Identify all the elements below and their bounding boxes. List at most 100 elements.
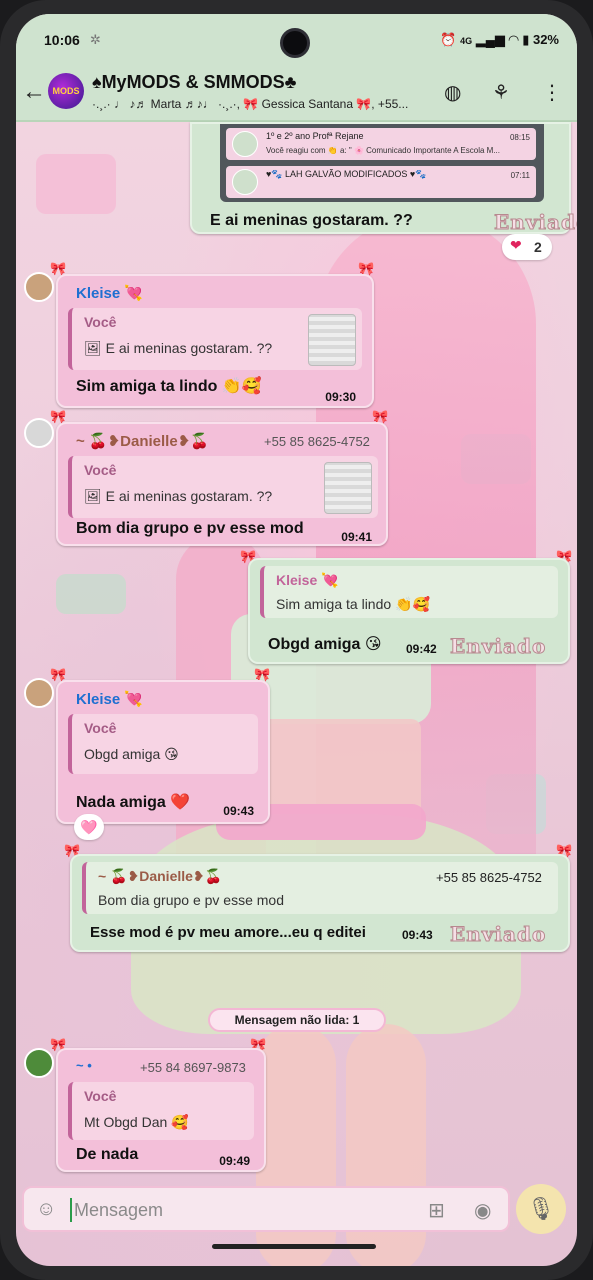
message-bubble-incoming[interactable]: Kleise 💘 Você Obgd amiga 😘 Nada amiga ❤️… <box>56 680 270 824</box>
message-time: 09:49 <box>219 1154 250 1168</box>
quote-author: Você <box>84 462 117 478</box>
group-members[interactable]: ·.¸.· ♩ ♪♬ Marta ♬♪♩ ·.¸.·, 🎀 Gessica Sa… <box>92 97 432 111</box>
message-bubble-incoming[interactable]: ~ • +55 84 8697-9873 Você Mt Obgd Dan 🥰 … <box>56 1048 266 1172</box>
avatar[interactable] <box>24 1048 54 1078</box>
wifi-icon: ◠ <box>508 32 519 47</box>
avatar <box>232 169 258 195</box>
quote-text: 🖼 E ai meninas gostaram. ?? <box>84 488 273 504</box>
chat-screen: 10:06 ✲ ⏰ 4G ▂▄▆ ◠ ▮ 32% ← MODS ♠MyMODS … <box>16 14 577 1266</box>
sent-status: Enviado <box>449 922 547 947</box>
more-vert-icon[interactable]: ⋮ <box>542 80 562 105</box>
heart-icon: ❤ <box>510 237 522 253</box>
screenshot-row-name: 1º e 2º ano Profª Rejane <box>266 131 364 141</box>
community-icon[interactable]: ◍ <box>444 80 461 105</box>
sender-phone: +55 85 8625-4752 <box>264 434 370 449</box>
message-text: De nada <box>76 1146 139 1163</box>
reaction-count: 2 <box>534 239 542 255</box>
screenshot-row-time: 08:15 <box>509 133 530 142</box>
screenshot-image[interactable]: 1º e 2º ano Profª Rejane Você reagiu com… <box>220 124 544 202</box>
avatar[interactable] <box>24 678 54 708</box>
message-time: 09:30 <box>325 390 356 404</box>
quoted-message[interactable]: Você Mt Obgd Dan 🥰 <box>68 1082 254 1140</box>
sender-name[interactable]: Kleise 💘 <box>76 284 143 302</box>
message-text: Sim amiga ta lindo 👏🥰 <box>76 378 262 395</box>
sent-status: Enviado <box>449 634 547 659</box>
video-call-icon[interactable]: ⚘ <box>492 80 510 105</box>
sender-name[interactable]: ~ • <box>76 1058 92 1073</box>
quote-text: Mt Obgd Dan 🥰 <box>84 1114 189 1130</box>
quote-author: Você <box>84 1088 117 1104</box>
message-text: Esse mod é pv meu amore...eu q editei <box>90 924 366 941</box>
network-label: 4G <box>460 36 473 46</box>
status-bar: 10:06 ✲ ⏰ 4G ▂▄▆ ◠ ▮ 32% <box>16 14 577 64</box>
reaction-badge[interactable]: ❤ 2 <box>502 234 552 260</box>
quote-author: Você <box>84 720 117 736</box>
screenshot-row-text: Você reagiu com 👏 a: " 🌸 Comunicado Impo… <box>266 146 500 155</box>
reaction-badge[interactable]: 🩷 <box>74 814 104 840</box>
attach-icon[interactable]: ⊞ <box>428 1198 445 1223</box>
quoted-message[interactable]: Kleise 💘 Sim amiga ta lindo 👏🥰 <box>260 566 558 618</box>
group-avatar[interactable]: MODS <box>48 73 84 109</box>
quote-author: Você <box>84 314 117 330</box>
screenshot-row: ♥🐾 LAH GALVÃO MODIFICADOS ♥🐾 07:11 <box>226 166 536 198</box>
quote-text: Sim amiga ta lindo 👏🥰 <box>276 596 430 612</box>
avatar <box>232 131 258 157</box>
message-bubble-incoming[interactable]: ~ 🍒❥Danielle❥🍒 +55 85 8625-4752 Você 🖼 E… <box>56 422 388 546</box>
quoted-message[interactable]: Você 🖼 E ai meninas gostaram. ?? <box>68 308 362 370</box>
battery-level: 32% <box>532 32 559 47</box>
message-text: Bom dia grupo e pv esse mod <box>76 520 304 537</box>
sender-name[interactable]: Kleise 💘 <box>76 690 143 708</box>
reaction-emoji: 🩷 <box>80 819 98 835</box>
gear-icon: ✲ <box>90 32 101 47</box>
message-input-bar: ☺ Mensagem ⊞ ◉ <box>22 1186 510 1232</box>
wallpaper-shape <box>36 154 116 214</box>
message-time: 09:41 <box>341 530 372 544</box>
phone-frame: 10:06 ✲ ⏰ 4G ▂▄▆ ◠ ▮ 32% ← MODS ♠MyMODS … <box>0 0 593 1280</box>
screenshot-row-time: 07:11 <box>510 171 530 180</box>
status-icons: ⏰ 4G ▂▄▆ ◠ ▮ 32% <box>440 32 559 48</box>
text-cursor <box>70 1198 72 1222</box>
message-bubble-outgoing[interactable]: Kleise 💘 Sim amiga ta lindo 👏🥰 Obgd amig… <box>248 558 570 664</box>
avatar[interactable] <box>24 272 54 302</box>
message-text: Nada amiga ❤️ <box>76 794 191 811</box>
message-bubble-incoming[interactable]: Kleise 💘 Você 🖼 E ai meninas gostaram. ?… <box>56 274 374 408</box>
message-bubble-outgoing[interactable]: 1º e 2º ano Profª Rejane Você reagiu com… <box>190 122 577 235</box>
message-time: 09:43 <box>223 804 254 818</box>
alarm-icon: ⏰ <box>440 32 457 47</box>
status-time: 10:06 <box>44 32 80 48</box>
signal-icon: ▂▄▆ <box>475 32 505 47</box>
quote-thumbnail <box>324 462 372 514</box>
message-input[interactable]: Mensagem <box>74 1200 163 1221</box>
camera-icon[interactable]: ◉ <box>474 1198 491 1223</box>
sender-name[interactable]: ~ 🍒❥Danielle❥🍒 <box>76 432 209 450</box>
gesture-bar <box>212 1244 376 1249</box>
quote-author: Kleise 💘 <box>276 572 339 588</box>
message-time: 09:43 <box>402 928 433 942</box>
sticker-icon[interactable]: ☺ <box>36 1198 56 1221</box>
front-camera <box>280 28 310 58</box>
screenshot-row: 1º e 2º ano Profª Rejane Você reagiu com… <box>226 128 536 160</box>
quote-phone: +55 85 8625-4752 <box>436 870 542 885</box>
quote-author: ~ 🍒❥Danielle❥🍒 <box>98 868 223 884</box>
quote-thumbnail <box>308 314 356 366</box>
quoted-message[interactable]: Você 🖼 E ai meninas gostaram. ?? <box>68 456 378 518</box>
quoted-message[interactable]: ~ 🍒❥Danielle❥🍒 +55 85 8625-4752 Bom dia … <box>82 862 558 914</box>
message-text: E ai meninas gostaram. ?? <box>210 212 413 229</box>
message-text: Obgd amiga 😘 <box>268 636 382 653</box>
quoted-message[interactable]: Você Obgd amiga 😘 <box>68 714 258 774</box>
group-title[interactable]: ♠MyMODS & SMMODS♣ <box>92 72 296 93</box>
quote-text: Obgd amiga 😘 <box>84 746 179 762</box>
quote-text: Bom dia grupo e pv esse mod <box>98 892 284 908</box>
message-bubble-outgoing[interactable]: ~ 🍒❥Danielle❥🍒 +55 85 8625-4752 Bom dia … <box>70 854 570 952</box>
wallpaper-shape <box>56 574 126 614</box>
screenshot-row-name: ♥🐾 LAH GALVÃO MODIFICADOS ♥🐾 <box>266 169 427 179</box>
chat-header: ← MODS ♠MyMODS & SMMODS♣ ·.¸.· ♩ ♪♬ Mart… <box>16 64 577 122</box>
unread-separator: Mensagem não lida: 1 <box>208 1008 386 1032</box>
message-time: 09:42 <box>406 642 437 656</box>
battery-icon: ▮ <box>522 32 530 47</box>
sent-status: Enviado <box>493 210 577 235</box>
back-arrow-icon[interactable]: ← <box>22 78 46 106</box>
sender-phone: +55 84 8697-9873 <box>140 1060 246 1075</box>
quote-text: 🖼 E ai meninas gostaram. ?? <box>84 340 273 356</box>
mic-icon[interactable]: 🎙 <box>516 1184 566 1234</box>
